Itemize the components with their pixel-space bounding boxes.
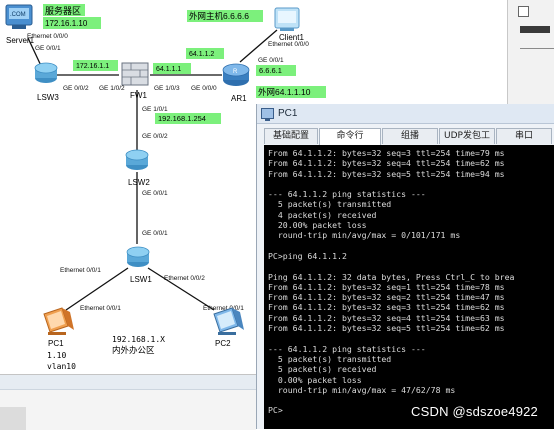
tab-basic-config[interactable]: 基础配置 (264, 128, 318, 144)
server-ip-label: 172.16.1.10 (45, 19, 88, 28)
console-line: 5 packet(s) transmitted (268, 199, 392, 210)
svg-text:.COM: .COM (10, 12, 26, 18)
client1-name-label: Client1 (279, 33, 304, 42)
fw-link-subnet-label: 172.16.1.1 (76, 63, 109, 70)
fw-port-right-label: GE 1/0/3 (154, 85, 180, 92)
switch-icon (125, 149, 149, 170)
lsw3-node[interactable]: LSW3 (34, 62, 59, 102)
lsw2-port-up-label: GE 0/0/2 (142, 133, 168, 140)
client-icon (274, 7, 300, 31)
console-line: --- 64.1.1.2 ping statistics --- (268, 343, 426, 354)
console-output: From 64.1.1.2: bytes=32 seq=3 ttl=254 ti… (268, 148, 554, 416)
ar-port-up-label: GE 0/0/1 (258, 57, 284, 64)
ar-up-ip-label: 6.6.6.1 (259, 66, 282, 75)
lsw3-name-label: LSW3 (37, 93, 59, 102)
pc1-name-label: PC1 (48, 339, 64, 348)
console-line: round-trip min/avg/max = 0/101/171 ms (268, 230, 461, 241)
client-port-label: Ethernet 0/0/0 (268, 41, 309, 48)
external-net-label: 外网64.1.1.10 (258, 87, 311, 97)
console-line: From 64.1.1.2: bytes=32 seq=2 ttl=254 ti… (268, 292, 505, 303)
console-line: 4 packet(s) received (268, 209, 377, 220)
firewall-icon (121, 62, 149, 86)
lsw1-name-label: LSW1 (130, 275, 152, 284)
lsw2-name-label: LSW2 (128, 178, 150, 187)
bottom-panel-strip (0, 375, 256, 390)
external-host-label: 外网主机6.6.6.6 (189, 11, 249, 21)
lsw3-port-up-label: GE 0/0/1 (35, 45, 61, 52)
pc1-ip-suffix: 1.10 (47, 351, 66, 360)
checkbox[interactable] (518, 6, 529, 17)
server-node[interactable]: .COM Server1 (5, 4, 35, 45)
pc-icon (43, 307, 74, 335)
console-line: Ping 64.1.1.2: 32 data bytes, Press Ctrl… (268, 271, 515, 282)
divider (520, 48, 554, 49)
toolbar-bar (520, 26, 550, 33)
command-console[interactable]: From 64.1.1.2: bytes=32 seq=3 ttl=254 ti… (264, 145, 554, 429)
bottom-panel-block (0, 407, 26, 430)
console-line: --- 64.1.1.2 ping statistics --- (268, 189, 426, 200)
server-zone-label: 服务器区 (45, 5, 81, 16)
console-line: 5 packet(s) received (268, 364, 377, 375)
console-line: 0.00% packet loss (268, 374, 362, 385)
ar1-node[interactable]: R AR1 (222, 63, 250, 103)
ar1-name-label: AR1 (231, 94, 247, 103)
console-line: PC> (268, 405, 283, 416)
console-line: From 64.1.1.2: bytes=32 seq=5 ttl=254 ti… (268, 168, 505, 179)
pc1-window[interactable]: PC1 基础配置 命令行 组播 UDP发包工具 串口 From 64.1.1.2… (256, 104, 554, 429)
console-line: PC>ping 64.1.1.2 (268, 250, 347, 261)
lsw3-port-right-label: GE 0/0/2 (63, 85, 89, 92)
cable-lsw1-pc1 (65, 267, 129, 311)
tab-multicast[interactable]: 组播 (382, 128, 438, 144)
tab-serial[interactable]: 串口 (496, 128, 552, 144)
console-line: round-trip min/avg/max = 47/62/78 ms (268, 384, 456, 395)
fw-port-left-label: GE 1/0/2 (99, 85, 125, 92)
fw-port-down-label: GE 1/0/1 (142, 106, 168, 113)
switch-icon (34, 62, 58, 83)
background-app-panel (507, 0, 554, 104)
router-icon: R (222, 63, 250, 86)
fw1-node[interactable]: FW1 (121, 62, 149, 100)
pc-icon (213, 307, 244, 335)
pc2-name-label: PC2 (215, 339, 231, 348)
computer-icon (261, 108, 274, 121)
lsw1-port-left-label: Ethernet 0/0/1 (60, 267, 101, 274)
fw-out-ip-label: 64.1.1.1 (156, 66, 181, 73)
lsw1-port-right-label: Ethernet 0/0/2 (164, 275, 205, 282)
console-line: 20.00% packet loss (268, 220, 367, 231)
office-zone-label: 内外办公区 (112, 345, 155, 355)
fw1-name-label: FW1 (130, 91, 147, 100)
fw-lan-ip-label: 192.168.1.254 (158, 114, 206, 123)
office-subnet-label: 192.168.1.X (112, 335, 165, 344)
console-line: From 64.1.1.2: bytes=32 seq=3 ttl=254 ti… (268, 302, 505, 313)
ar-peer-ip-label: 64.1.1.2 (189, 51, 214, 58)
console-line: 5 packet(s) transmitted (268, 353, 392, 364)
lsw1-port-up-label: GE 0/0/1 (142, 230, 168, 237)
watermark: CSDN @sdszoe4922 (411, 404, 538, 419)
console-line: From 64.1.1.2: bytes=32 seq=4 ttl=254 ti… (268, 158, 505, 169)
bottom-panel (0, 374, 256, 430)
console-line: From 64.1.1.2: bytes=32 seq=3 ttl=254 ti… (268, 148, 505, 158)
console-line: From 64.1.1.2: bytes=32 seq=4 ttl=254 ti… (268, 312, 505, 323)
tab-command-line[interactable]: 命令行 (319, 128, 381, 145)
pc2-node[interactable]: PC2 (213, 307, 244, 348)
tab-udp-tool[interactable]: UDP发包工具 (439, 128, 495, 156)
window-title: PC1 (278, 108, 298, 119)
window-titlebar[interactable]: PC1 (257, 104, 554, 124)
pc1-port-label: Ethernet 0/0/1 (80, 305, 121, 312)
server-icon: .COM (5, 4, 33, 29)
server-name-label: Server1 (6, 36, 35, 45)
console-line: From 64.1.1.2: bytes=32 seq=5 ttl=254 ti… (268, 323, 505, 334)
client1-node[interactable]: Client1 (274, 7, 304, 42)
ar-port-left-label: GE 0/0/0 (191, 85, 217, 92)
pc1-node[interactable]: PC1 1.10 vlan10 (43, 307, 76, 371)
lsw2-node[interactable]: LSW2 (125, 149, 150, 187)
switch-icon (126, 246, 150, 267)
svg-text:R: R (233, 69, 238, 75)
pc1-vlan: vlan10 (47, 362, 76, 371)
lsw2-port-down-label: GE 0/0/1 (142, 190, 168, 197)
tab-bar: 基础配置 命令行 组播 UDP发包工具 串口 (264, 128, 553, 156)
console-line: From 64.1.1.2: bytes=32 seq=1 ttl=254 ti… (268, 281, 505, 292)
lsw1-node[interactable]: LSW1 (126, 246, 152, 284)
